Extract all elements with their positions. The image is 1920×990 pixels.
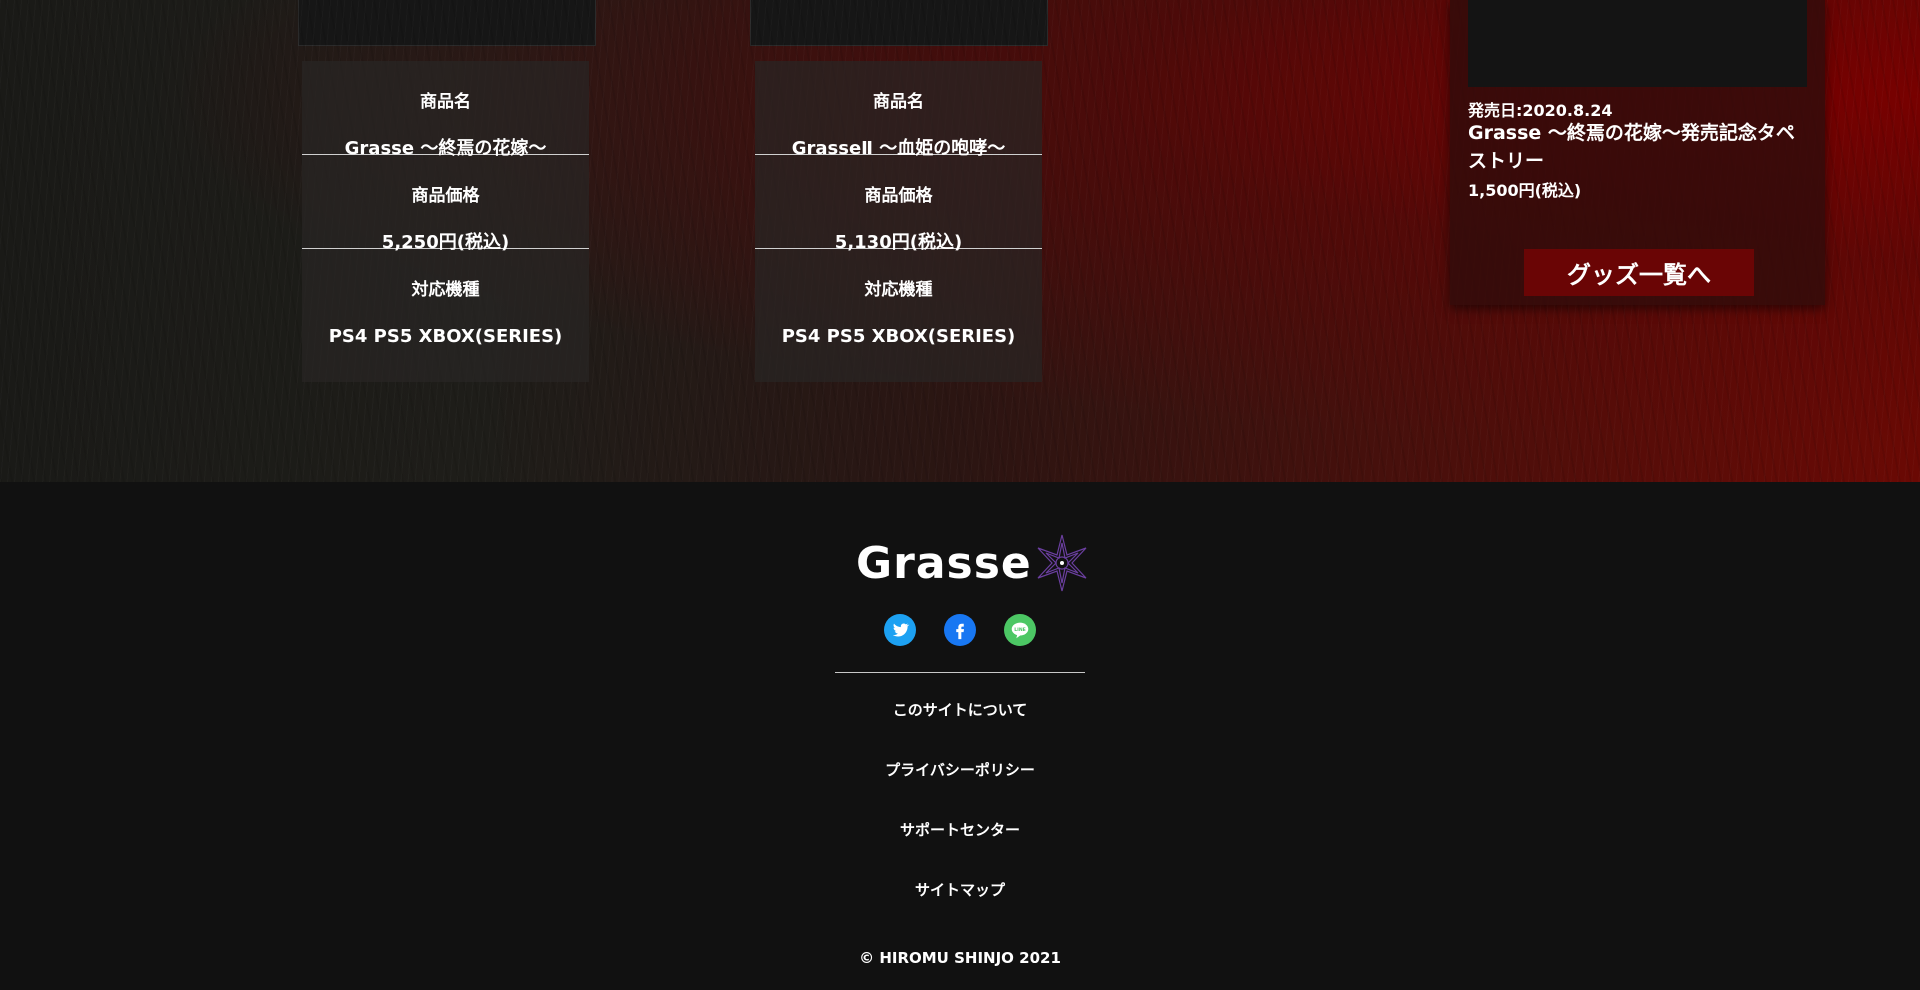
- product-platform-label: 対応機種: [864, 280, 933, 300]
- product-name-label: 商品名: [873, 92, 924, 112]
- product-price-row: 商品価格 5,130円(税込): [755, 155, 1042, 253]
- footer-logo[interactable]: Grasse: [856, 528, 1090, 598]
- line-share-button[interactable]: LINE: [1004, 614, 1036, 646]
- product-name: Grasse ～終焉の花嫁～: [344, 138, 547, 159]
- goods-price: 1,500円(税込): [1468, 181, 1582, 200]
- facebook-icon: [956, 623, 964, 640]
- product-platform-row: 対応機種 PS4 PS5 XBOX(SERIES): [302, 249, 589, 347]
- product-image[interactable]: [750, 0, 1048, 46]
- product-platform-label: 対応機種: [411, 280, 480, 300]
- products-section: 商品名 Grasse ～終焉の花嫁～ 商品価格 5,250円(税込) 対応機種 …: [0, 0, 1920, 482]
- line-icon: LINE: [1011, 622, 1029, 639]
- product-price-label: 商品価格: [864, 186, 933, 206]
- product-name: GrasseⅡ ～血姫の咆哮～: [791, 138, 1006, 159]
- goods-card: 発売日:2020.8.24 Grasse ～終焉の花嫁～発売記念タペストリー 1…: [1450, 0, 1825, 305]
- goods-title[interactable]: Grasse ～終焉の花嫁～発売記念タペストリー: [1468, 119, 1813, 175]
- product-platform-row: 対応機種 PS4 PS5 XBOX(SERIES): [755, 249, 1042, 347]
- footer-link-support[interactable]: サポートセンター: [760, 819, 1160, 840]
- site-footer: Grasse LINE このサイトについて プライバシーポリシー サポートセンタ…: [0, 482, 1920, 990]
- product-price-label: 商品価格: [411, 186, 480, 206]
- product-platforms: PS4 PS5 XBOX(SERIES): [781, 326, 1016, 347]
- goods-list-button[interactable]: グッズ一覧へ: [1524, 249, 1754, 296]
- facebook-share-button[interactable]: [944, 614, 976, 646]
- product-platforms: PS4 PS5 XBOX(SERIES): [328, 326, 563, 347]
- footer-link-about[interactable]: このサイトについて: [760, 699, 1160, 720]
- product-name-label: 商品名: [420, 92, 471, 112]
- product-name-row: 商品名 GrasseⅡ ～血姫の咆哮～: [755, 61, 1042, 159]
- footer-link-sitemap[interactable]: サイトマップ: [760, 879, 1160, 900]
- product-card: 商品名 GrasseⅡ ～血姫の咆哮～ 商品価格 5,130円(税込) 対応機種…: [755, 61, 1042, 382]
- footer-divider: [835, 672, 1085, 673]
- copyright-text: © HIROMU SHINJO 2021: [859, 949, 1061, 967]
- logo-text: Grasse: [856, 537, 1032, 589]
- product-image[interactable]: [298, 0, 596, 46]
- product-name-row: 商品名 Grasse ～終焉の花嫁～: [302, 61, 589, 159]
- product-card: 商品名 Grasse ～終焉の花嫁～ 商品価格 5,250円(税込) 対応機種 …: [302, 61, 589, 382]
- goods-release-date: 発売日:2020.8.24: [1468, 101, 1613, 120]
- goods-image[interactable]: [1468, 0, 1807, 87]
- star-emblem-icon: [1037, 534, 1087, 592]
- twitter-icon: [892, 623, 910, 637]
- footer-link-privacy[interactable]: プライバシーポリシー: [760, 759, 1160, 780]
- svg-text:LINE: LINE: [1014, 627, 1026, 633]
- product-price-row: 商品価格 5,250円(税込): [302, 155, 589, 253]
- twitter-share-button[interactable]: [884, 614, 916, 646]
